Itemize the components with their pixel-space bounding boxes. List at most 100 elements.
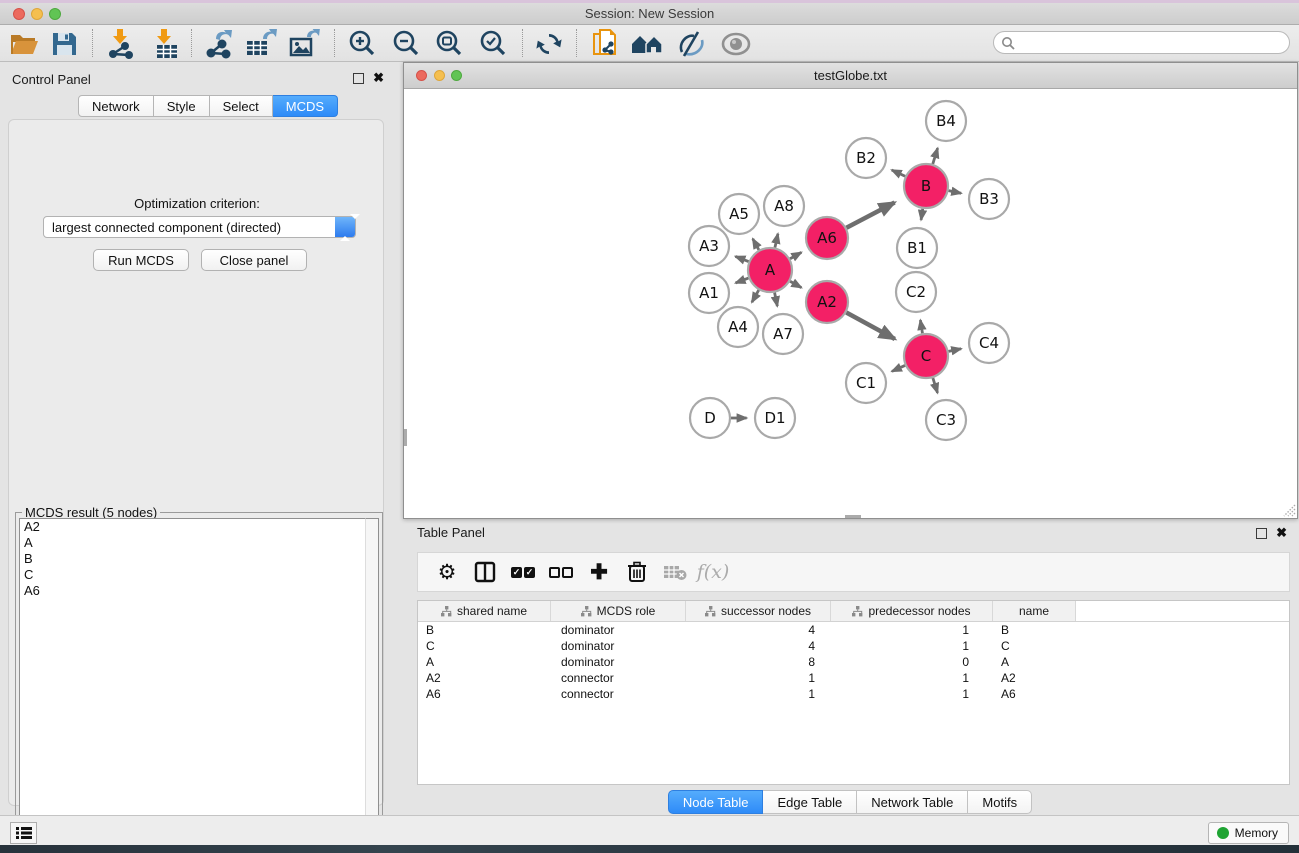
graph-node-A6[interactable]: A6 [806, 217, 848, 259]
mcds-result-item[interactable]: A [20, 535, 366, 551]
graph-edge-B-B1[interactable] [921, 209, 923, 220]
mcds-result-item[interactable]: B [20, 551, 366, 567]
table-row[interactable]: A6connector11A6 [418, 686, 1289, 702]
graph-node-A1[interactable]: A1 [689, 273, 729, 313]
column-visibility-icon[interactable] [466, 554, 504, 590]
graph-edge-A-A3[interactable] [735, 256, 748, 261]
dropdown-stepper-icon[interactable] [335, 217, 355, 237]
close-panel-icon[interactable]: ✖ [373, 70, 384, 86]
refresh-icon[interactable] [531, 27, 567, 60]
graph-edge-A-A2[interactable] [790, 281, 801, 287]
graph-edge-C-C3[interactable] [933, 378, 938, 393]
table-cell[interactable]: A2 [993, 670, 1076, 686]
export-image-icon[interactable] [287, 27, 323, 60]
save-session-icon[interactable] [46, 27, 82, 60]
table-cell[interactable]: B [993, 622, 1076, 638]
table-cell[interactable]: 0 [831, 654, 993, 670]
delete-table-icon[interactable] [656, 554, 694, 590]
float-panel-icon[interactable] [353, 73, 364, 84]
tab-node-table[interactable]: Node Table [668, 790, 764, 814]
graph-node-A2[interactable]: A2 [806, 281, 848, 323]
graph-node-D[interactable]: D [690, 398, 730, 438]
graph-edge-A-A7[interactable] [775, 293, 778, 307]
show-graphics-details-icon[interactable] [673, 27, 709, 60]
graph-edge-A-A4[interactable] [752, 290, 759, 302]
import-network-icon[interactable] [102, 27, 138, 60]
table-row[interactable]: Cdominator41C [418, 638, 1289, 654]
table-row[interactable]: A2connector11A2 [418, 670, 1289, 686]
graph-edge-C-C1[interactable] [892, 365, 905, 371]
zoom-out-icon[interactable] [388, 27, 424, 60]
tab-mcds[interactable]: MCDS [273, 95, 338, 117]
mcds-result-list[interactable]: A2ABCA6 [19, 518, 367, 848]
tab-network-table[interactable]: Network Table [857, 790, 968, 814]
export-table-icon[interactable] [243, 27, 279, 60]
graph-edge-A2-C[interactable] [846, 313, 895, 339]
graph-node-B1[interactable]: B1 [897, 228, 937, 268]
graph-node-C3[interactable]: C3 [926, 400, 966, 440]
home-view-icon[interactable] [629, 27, 665, 60]
graph-edge-C-C2[interactable] [920, 320, 922, 333]
tab-network[interactable]: Network [78, 95, 154, 117]
tab-motifs[interactable]: Motifs [968, 790, 1032, 814]
canvas-vertical-scroll-thumb[interactable] [404, 429, 407, 446]
table-settings-icon[interactable]: ⚙ [428, 554, 466, 590]
table-row[interactable]: Adominator80A [418, 654, 1289, 670]
column-header-shared-name[interactable]: shared name [418, 601, 551, 621]
table-cell[interactable]: A [993, 654, 1076, 670]
criterion-dropdown[interactable]: largest connected component (directed) [43, 216, 356, 238]
graph-node-A7[interactable]: A7 [763, 314, 803, 354]
graph-edge-A-A6[interactable] [790, 252, 801, 258]
run-mcds-button[interactable]: Run MCDS [93, 249, 189, 271]
table-cell[interactable]: A2 [418, 670, 551, 686]
open-file-icon[interactable] [6, 27, 42, 60]
graph-edge-A-A8[interactable] [775, 234, 778, 248]
graph-node-C4[interactable]: C4 [969, 323, 1009, 363]
export-network-icon[interactable] [200, 27, 236, 60]
mcds-result-item[interactable]: A6 [20, 583, 366, 599]
graph-edge-C-C4[interactable] [949, 349, 962, 352]
graph-edge-B-B4[interactable] [933, 148, 938, 164]
table-cell[interactable]: dominator [551, 638, 686, 654]
table-cell[interactable]: 1 [686, 670, 831, 686]
close-panel-button[interactable]: Close panel [201, 249, 307, 271]
add-column-icon[interactable]: ✚ [580, 554, 618, 590]
graph-node-B2[interactable]: B2 [846, 138, 886, 178]
network-canvas[interactable]: B4B2BB3A5A8A6B1A3AC2A1A2A4A7C4CC1DD1C3 [404, 89, 1297, 518]
zoom-fit-icon[interactable] [431, 27, 467, 60]
graph-node-D1[interactable]: D1 [755, 398, 795, 438]
table-cell[interactable]: dominator [551, 622, 686, 638]
resize-grip-icon[interactable] [1282, 503, 1296, 517]
task-history-button[interactable] [10, 822, 37, 844]
network-window-titlebar[interactable]: testGlobe.txt [404, 63, 1297, 89]
graph-edge-A6-B[interactable] [846, 203, 894, 228]
graph-node-A3[interactable]: A3 [689, 226, 729, 266]
deselect-all-icon[interactable] [542, 554, 580, 590]
table-cell[interactable]: 1 [686, 686, 831, 702]
table-cell[interactable]: connector [551, 686, 686, 702]
table-cell[interactable]: C [993, 638, 1076, 654]
table-cell[interactable]: 1 [831, 638, 993, 654]
app-titlebar[interactable]: Session: New Session [0, 3, 1299, 25]
graph-node-C1[interactable]: C1 [846, 363, 886, 403]
table-cell[interactable]: A [418, 654, 551, 670]
table-cell[interactable]: A6 [418, 686, 551, 702]
table-cell[interactable]: dominator [551, 654, 686, 670]
column-header-successor-nodes[interactable]: successor nodes [686, 601, 831, 621]
tab-edge-table[interactable]: Edge Table [763, 790, 857, 814]
table-row[interactable]: Bdominator41B [418, 622, 1289, 638]
mcds-result-item[interactable]: C [20, 567, 366, 583]
graph-node-B[interactable]: B [904, 164, 948, 208]
table-cell[interactable]: 8 [686, 654, 831, 670]
memory-button[interactable]: Memory [1208, 822, 1289, 844]
select-all-icon[interactable]: ✓✓ [504, 554, 542, 590]
import-table-icon[interactable] [146, 27, 182, 60]
search-input[interactable] [1020, 33, 1280, 52]
table-cell[interactable]: 1 [831, 622, 993, 638]
table-cell[interactable]: 1 [831, 670, 993, 686]
graph-edge-B-B3[interactable] [949, 191, 962, 194]
table-cell[interactable]: 4 [686, 638, 831, 654]
graph-edge-A-A5[interactable] [753, 239, 759, 250]
zoom-selected-icon[interactable] [475, 27, 511, 60]
delete-column-icon[interactable] [618, 554, 656, 590]
